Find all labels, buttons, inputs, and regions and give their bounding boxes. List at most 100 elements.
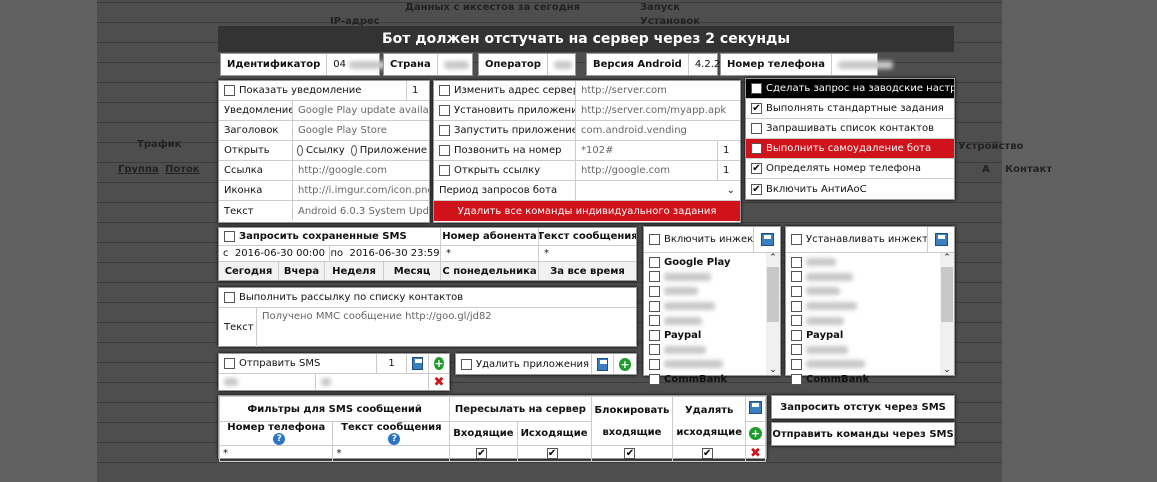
range-monday-button[interactable]: С понедельника xyxy=(441,262,539,280)
delete-button[interactable]: ✖ xyxy=(744,445,767,462)
save-button[interactable] xyxy=(754,227,780,252)
delete-outgoing-checkbox[interactable]: ✔ xyxy=(701,448,713,459)
subscriber-input[interactable]: * xyxy=(441,246,539,261)
checkbox[interactable] xyxy=(649,271,660,283)
icon-input[interactable]: http://i.imgur.com/icon.png xyxy=(293,181,429,200)
checkbox[interactable] xyxy=(791,256,802,268)
checkbox[interactable] xyxy=(649,373,660,385)
request-sms-checkbox[interactable]: Запросить сохраненные SMS xyxy=(219,228,441,245)
range-yesterday-button[interactable]: Вчера xyxy=(279,262,325,280)
inject-item[interactable] xyxy=(791,284,935,299)
help-icon[interactable]: ? xyxy=(273,433,286,445)
command-checkbox[interactable]: Изменить адрес сервера xyxy=(434,81,576,100)
scrollbar[interactable]: ⌃ ⌄ xyxy=(766,253,780,375)
delete-apps-checkbox[interactable]: Удалить приложения xyxy=(456,354,592,374)
checkbox[interactable] xyxy=(649,329,660,341)
checkbox[interactable] xyxy=(649,285,660,297)
forward-incoming-checkbox[interactable]: ✔ xyxy=(475,448,487,459)
save-button[interactable] xyxy=(744,396,767,422)
notification-input[interactable]: Google Play update available xyxy=(293,101,429,120)
send-sms-checkbox[interactable]: Отправить SMS xyxy=(219,354,377,373)
inject-item[interactable] xyxy=(649,270,761,285)
checkbox[interactable] xyxy=(791,358,802,370)
forward-outgoing-checkbox[interactable]: ✔ xyxy=(546,448,558,459)
radio-link[interactable] xyxy=(297,145,304,156)
inject-item[interactable] xyxy=(649,313,761,328)
range-month-button[interactable]: Месяц xyxy=(384,262,441,280)
send-sms-count[interactable]: 1 xyxy=(377,354,407,373)
option-self-delete[interactable]: Выполнить самоудаление бота xyxy=(746,139,954,159)
save-button[interactable] xyxy=(592,354,614,374)
link-input[interactable]: http://google.com xyxy=(293,161,429,180)
show-notification-checkbox[interactable]: Показать уведомление xyxy=(219,81,407,100)
header-input[interactable]: Google Play Store xyxy=(293,121,429,140)
option-factory-reset[interactable]: Сделать запрос на заводские настройки xyxy=(746,79,954,99)
radio-app[interactable] xyxy=(350,145,357,156)
inject-item[interactable]: Paypal xyxy=(649,328,761,343)
inject-item[interactable] xyxy=(649,357,761,372)
save-button[interactable] xyxy=(407,354,429,373)
sms-text-input[interactable] xyxy=(316,374,429,390)
checkbox[interactable] xyxy=(791,285,802,297)
mailing-checkbox[interactable]: Выполнить рассылку по списку контактов xyxy=(219,288,636,308)
text-input[interactable]: Android 6.0.3 System Update xyxy=(293,201,429,221)
inject-item[interactable]: CommBank xyxy=(649,372,761,387)
option-request-contacts[interactable]: Запрашивать список контактов xyxy=(746,119,954,139)
inject-item[interactable] xyxy=(791,343,935,358)
checkbox[interactable] xyxy=(791,373,802,385)
scrollbar[interactable]: ⌃ ⌄ xyxy=(940,253,954,375)
checkbox[interactable] xyxy=(649,358,660,370)
inject-item[interactable] xyxy=(649,284,761,299)
inject-item[interactable] xyxy=(649,343,761,358)
command-input[interactable]: *102# xyxy=(576,141,718,160)
help-icon[interactable]: ? xyxy=(388,433,401,445)
period-select[interactable]: ⌄ xyxy=(576,181,740,200)
mailing-text-input[interactable]: Получено ММС сообщение http://goo.gl/jd8… xyxy=(257,308,636,347)
injects-install-checkbox[interactable]: Устанавливать инжекты xyxy=(786,227,928,252)
range-today-button[interactable]: Сегодня xyxy=(219,262,279,280)
injects-enable-checkbox[interactable]: Включить инжекты xyxy=(644,227,754,252)
inject-item[interactable] xyxy=(791,313,935,328)
add-button[interactable]: + xyxy=(429,354,449,373)
add-button[interactable]: + xyxy=(744,421,767,446)
block-incoming-checkbox[interactable]: ✔ xyxy=(624,448,636,459)
command-checkbox[interactable]: Позвонить на номер xyxy=(434,141,576,160)
command-input[interactable]: com.android.vending xyxy=(576,121,740,140)
checkbox[interactable] xyxy=(649,344,660,356)
checkbox[interactable] xyxy=(649,256,660,268)
inject-item[interactable] xyxy=(791,270,935,285)
checkbox[interactable] xyxy=(649,300,660,312)
checkbox[interactable] xyxy=(791,271,802,283)
option-anti-dos[interactable]: ✔ Включить АнтиАоС xyxy=(746,179,954,199)
command-input[interactable]: http://google.com xyxy=(576,161,718,180)
filter-phone-input[interactable]: * xyxy=(218,445,334,462)
inject-item[interactable]: CommBank xyxy=(791,372,935,387)
inject-item[interactable] xyxy=(649,299,761,314)
delete-button[interactable]: ✖ xyxy=(429,374,449,390)
command-checkbox[interactable]: Установить приложение xyxy=(434,101,576,120)
inject-item[interactable] xyxy=(791,299,935,314)
delete-all-commands-button[interactable]: Удалить все команды индивидуального зада… xyxy=(434,201,740,221)
notification-count[interactable]: 1 xyxy=(407,81,429,100)
command-input[interactable]: http://server.com xyxy=(576,81,740,100)
range-week-button[interactable]: Неделя xyxy=(325,262,384,280)
date-from-input[interactable]: с 2016-06-30 00:00 xyxy=(219,246,330,261)
checkbox[interactable] xyxy=(791,344,802,356)
date-to-input[interactable]: по 2016-06-30 23:59 xyxy=(330,246,441,261)
inject-item[interactable]: Paypal xyxy=(791,328,935,343)
filter-text-input[interactable]: * xyxy=(332,445,451,462)
option-detect-phone[interactable]: ✔ Определять номер телефона xyxy=(746,159,954,179)
command-input[interactable]: http://server.com/myapp.apk xyxy=(576,101,740,120)
inject-item[interactable] xyxy=(791,255,935,270)
add-button[interactable]: + xyxy=(614,354,636,374)
command-count[interactable]: 1 xyxy=(718,161,740,180)
inject-item[interactable]: Google Play xyxy=(649,255,761,270)
checkbox[interactable] xyxy=(791,300,802,312)
range-all-button[interactable]: За все время xyxy=(539,262,636,280)
inject-item[interactable] xyxy=(791,357,935,372)
checkbox[interactable] xyxy=(649,315,660,327)
command-checkbox[interactable]: Запустить приложение xyxy=(434,121,576,140)
save-button[interactable] xyxy=(928,227,954,252)
checkbox[interactable] xyxy=(791,329,802,341)
request-sms-button[interactable]: Запросить отстук через SMS xyxy=(771,395,955,419)
